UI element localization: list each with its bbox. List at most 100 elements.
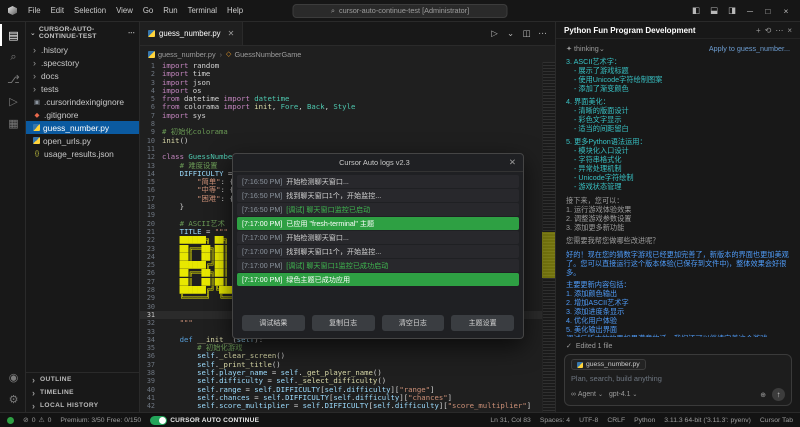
extensions-icon[interactable]: ▦ [0,112,26,134]
log-message: 找到聊天窗口1个，开始监控... [286,247,381,257]
toggle-sidebar-icon[interactable]: ◧ [688,3,704,18]
agent-mode-dropdown[interactable]: ∞ Agent ⌄ [571,391,603,398]
edited-files-row[interactable]: ✓ Edited 1 file [564,340,792,354]
interpreter-indicator[interactable]: 3.11.3 64-bit ('3.11.3': pyenv) [664,417,751,424]
editor-actions: ▷⌄◫⋯ [488,22,555,45]
line-number: 26 [140,269,162,277]
command-center-search[interactable]: ⌕ cursor-auto-continue-test [Administrat… [293,4,508,18]
modal-button-2[interactable]: 复制日志 [312,315,375,331]
modal-button-1[interactable]: 调试结果 [242,315,305,331]
explorer-icon[interactable]: ▤ [0,24,26,46]
apply-to-file-link[interactable]: Apply to guess_number... [709,44,790,53]
sparkle-icon: ✦ [566,44,574,53]
close-icon[interactable]: × [778,4,794,18]
account-icon[interactable]: ◉ [0,366,26,388]
minimize-icon[interactable]: ─ [742,4,758,18]
problems-indicator[interactable]: ⊘0 ⚠0 [23,416,51,424]
close-tab-icon[interactable]: ✕ [228,29,235,38]
sidebar-item-usage_results-json[interactable]: {}usage_results.json [26,147,139,160]
answer-update-item: 2. 增加ASCII艺术字 [566,298,790,307]
menu-run[interactable]: Run [158,3,182,18]
split-editor-icon[interactable]: ◫ [520,28,533,39]
search-icon[interactable]: ⌕ [0,46,26,68]
model-dropdown[interactable]: gpt-4.1 ⌄ [609,391,637,398]
window-controls: ◧⬓◨─□× [688,3,794,18]
chat-message-input[interactable] [571,373,785,388]
maximize-icon[interactable]: □ [760,4,776,18]
sidebar-item-guess_number-py[interactable]: guess_number.py [26,121,139,134]
line-number: 39 [140,377,162,385]
menu-view[interactable]: View [111,3,138,18]
chat-more-icon[interactable]: ⋯ [775,26,783,35]
error-icon: ⊘ [23,416,29,424]
chevron-right-icon: › [33,45,38,55]
chevron-down-icon: ⌄ [632,391,637,398]
run-debug-icon[interactable]: ▷ [0,90,26,112]
source-control-icon[interactable]: ⎇ [0,68,26,90]
tab-guess-number-py[interactable]: guess_number.py ✕ [140,22,243,45]
sidebar-item-docs[interactable]: ›docs [26,69,139,82]
chat-header: Python Fun Program Development +⟲⋯× [556,22,800,39]
followup-item: 2. 调整游戏参数设置 [566,214,790,223]
menu-go[interactable]: Go [138,3,158,18]
cursor-auto-continue-toggle[interactable]: CURSOR AUTO CONTINUE [150,416,259,425]
chat-history-icon[interactable]: ⟲ [765,26,772,35]
line-number: 10 [140,137,162,145]
indentation-indicator[interactable]: Spaces: 4 [540,417,570,424]
line-col-indicator[interactable]: Ln 31, Col 83 [490,417,530,424]
explorer-header[interactable]: ⌄ CURSOR-AUTO-CONTINUE-TEST ⋯ [26,22,139,43]
thinking-row[interactable]: ✦ thinking ⌄ Apply to guess_number... [566,44,790,53]
sidebar-item-tests[interactable]: ›tests [26,82,139,95]
run-dropdown-icon[interactable]: ⌄ [504,28,517,39]
more-actions-icon[interactable]: ⋯ [536,28,549,39]
context-chip[interactable]: guess_number.py [571,359,646,370]
log-timestamp: [7:16:50 PM] [242,192,282,200]
log-message: 绿色主题已成功应用 [286,275,350,285]
menu-bar: FileEditSelectionViewGoRunTerminalHelp [23,3,248,18]
toggle-panel-icon[interactable]: ⬓ [706,3,722,18]
toggle-secondary-sidebar-icon[interactable]: ◨ [724,3,740,18]
chat-input-box[interactable]: guess_number.py ∞ Agent ⌄ gpt-4.1 ⌄ [564,354,792,406]
line-number: 25 [140,261,162,269]
toggle-switch[interactable] [150,416,167,425]
attach-icon[interactable]: ⊕ [760,391,766,399]
title-bar: FileEditSelectionViewGoRunTerminalHelp ⌕… [0,0,800,22]
modal-button-3[interactable]: 清空日志 [382,315,445,331]
sidebar-item-open_urls-py[interactable]: open_urls.py [26,134,139,147]
line-number: 17 [140,195,162,203]
sidebar-item-cursorindexingignore[interactable]: ▣.cursorindexingignore [26,95,139,108]
log-timestamp: [7:16:50 PM] [242,206,282,214]
panel-timeline[interactable]: ›TIMELINE [26,386,139,399]
new-chat-icon[interactable]: + [756,26,761,35]
sidebar-item-history[interactable]: ›.history [26,43,139,56]
menu-edit[interactable]: Edit [46,3,69,18]
menu-file[interactable]: File [23,3,46,18]
run-python-file-icon[interactable]: ▷ [488,28,501,39]
status-bar: ⊘0 ⚠0 Premium: 3/50 Free: 0/150 CURSOR A… [0,412,800,427]
encoding-indicator[interactable]: UTF-8 [579,417,598,424]
tab-label: guess_number.py [159,29,221,38]
close-icon[interactable]: ✕ [509,157,516,168]
sidebar-item-specstory[interactable]: ›.specstory [26,56,139,69]
menu-help[interactable]: Help [222,3,248,18]
breadcrumb-file[interactable]: guess_number.py [148,50,216,59]
send-button[interactable]: ↑ [772,388,785,401]
line-number: 30 [140,303,162,311]
panel-outline[interactable]: ›OUTLINE [26,373,139,386]
dialog-header[interactable]: Cursor Auto logs v2.3 ✕ [233,154,523,172]
breadcrumb-symbol[interactable]: ◇ GuessNumberGame [226,50,301,59]
menu-selection[interactable]: Selection [69,3,111,18]
language-indicator[interactable]: Python [634,417,655,424]
modal-button-4[interactable]: 主题设置 [451,315,514,331]
minimap[interactable] [542,62,555,412]
menu-terminal[interactable]: Terminal [183,3,222,18]
answer-update-item: 1. 添加颜色输出 [566,289,790,298]
settings-icon[interactable]: ⚙ [0,388,26,410]
panel-local-history[interactable]: ›LOCAL HISTORY [26,399,139,412]
close-chat-icon[interactable]: × [787,26,792,35]
remote-indicator[interactable] [7,417,14,424]
sidebar-item-gitignore[interactable]: ◆.gitignore [26,108,139,121]
cursor-tab-indicator[interactable]: Cursor Tab [760,417,793,424]
eol-indicator[interactable]: CRLF [607,417,625,424]
explorer-more-icon[interactable]: ⋯ [128,29,135,37]
